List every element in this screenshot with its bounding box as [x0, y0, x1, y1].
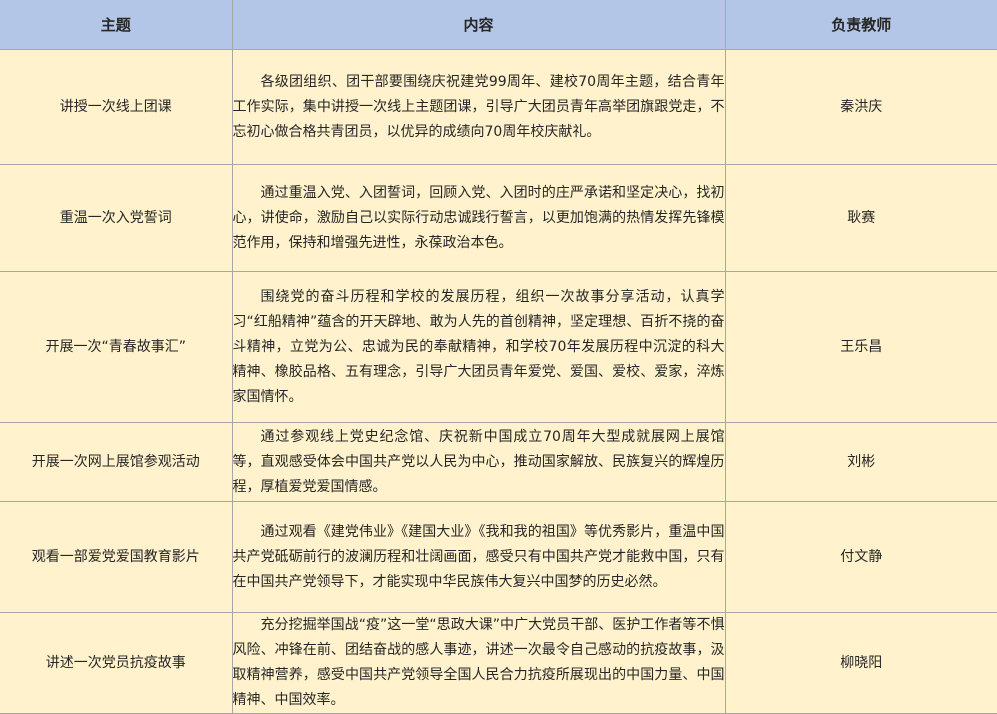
table-row: 讲授一次线上团课 各级团组织、团干部要围绕庆祝建党99周年、建校70周年主题，结… [0, 49, 997, 165]
content-text: 通过参观线上党史纪念馆、庆祝新中国成立70周年大型成就展网上展馆等，直观感受体会… [232, 428, 725, 495]
content-text: 通过重温入党、入团誓词，回顾入党、入团时的庄严承诺和坚定决心，找初心，讲使命，激… [232, 184, 725, 251]
content-cell: 通过参观线上党史纪念馆、庆祝新中国成立70周年大型成就展网上展馆等，直观感受体会… [231, 422, 726, 502]
topic-cell: 开展一次网上展馆参观活动 [0, 422, 233, 502]
content-cell: 通过观看《建党伟业》《建国大业》《我和我的祖国》等优秀影片，重温中国共产党砥砺前… [231, 501, 726, 613]
teacher-cell: 柳晓阳 [724, 612, 997, 714]
header-row: 主题 内容 负责教师 [0, 0, 997, 50]
topic-cell: 讲述一次党员抗疫故事 [0, 612, 233, 714]
table-row: 开展一次“青春故事汇” 围绕党的奋斗历程和学校的发展历程，组织一次故事分享活动，… [0, 271, 997, 423]
table-row: 重温一次入党誓词 通过重温入党、入团誓词，回顾入党、入团时的庄严承诺和坚定决心，… [0, 164, 997, 272]
content-text: 各级团组织、团干部要围绕庆祝建党99周年、建校70周年主题，结合青年工作实际，集… [232, 73, 725, 140]
content-text: 充分挖掘举国战“疫”这一堂“思政大课”中广大党员干部、医护工作者等不惧风险、冲锋… [232, 617, 725, 708]
content-text: 通过观看《建党伟业》《建国大业》《我和我的祖国》等优秀影片，重温中国共产党砥砺前… [232, 523, 725, 590]
header-teacher: 负责教师 [724, 0, 997, 50]
teacher-cell: 耿赛 [724, 164, 997, 272]
content-cell: 通过重温入党、入团誓词，回顾入党、入团时的庄严承诺和坚定决心，找初心，讲使命，激… [231, 164, 726, 272]
content-cell: 充分挖掘举国战“疫”这一堂“思政大课”中广大党员干部、医护工作者等不惧风险、冲锋… [231, 612, 726, 714]
topic-cell: 重温一次入党誓词 [0, 164, 233, 272]
table-row: 观看一部爱党爱国教育影片 通过观看《建党伟业》《建国大业》《我和我的祖国》等优秀… [0, 501, 997, 613]
content-cell: 各级团组织、团干部要围绕庆祝建党99周年、建校70周年主题，结合青年工作实际，集… [231, 49, 726, 165]
content-cell: 围绕党的奋斗历程和学校的发展历程，组织一次故事分享活动，认真学习“红船精神”蕴含… [231, 271, 726, 423]
teacher-cell: 秦洪庆 [724, 49, 997, 165]
table-row: 开展一次网上展馆参观活动 通过参观线上党史纪念馆、庆祝新中国成立70周年大型成就… [0, 422, 997, 502]
header-content: 内容 [231, 0, 726, 50]
teacher-cell: 付文静 [724, 501, 997, 613]
topic-cell: 观看一部爱党爱国教育影片 [0, 501, 233, 613]
topic-cell: 讲授一次线上团课 [0, 49, 233, 165]
teacher-cell: 王乐昌 [724, 271, 997, 423]
topic-cell: 开展一次“青春故事汇” [0, 271, 233, 423]
activity-table: 主题 内容 负责教师 讲授一次线上团课 各级团组织、团干部要围绕庆祝建党99周年… [0, 0, 997, 714]
teacher-cell: 刘彬 [724, 422, 997, 502]
table-row: 讲述一次党员抗疫故事 充分挖掘举国战“疫”这一堂“思政大课”中广大党员干部、医护… [0, 612, 997, 714]
header-topic: 主题 [0, 0, 233, 50]
content-text: 围绕党的奋斗历程和学校的发展历程，组织一次故事分享活动，认真学习“红船精神”蕴含… [232, 288, 725, 405]
